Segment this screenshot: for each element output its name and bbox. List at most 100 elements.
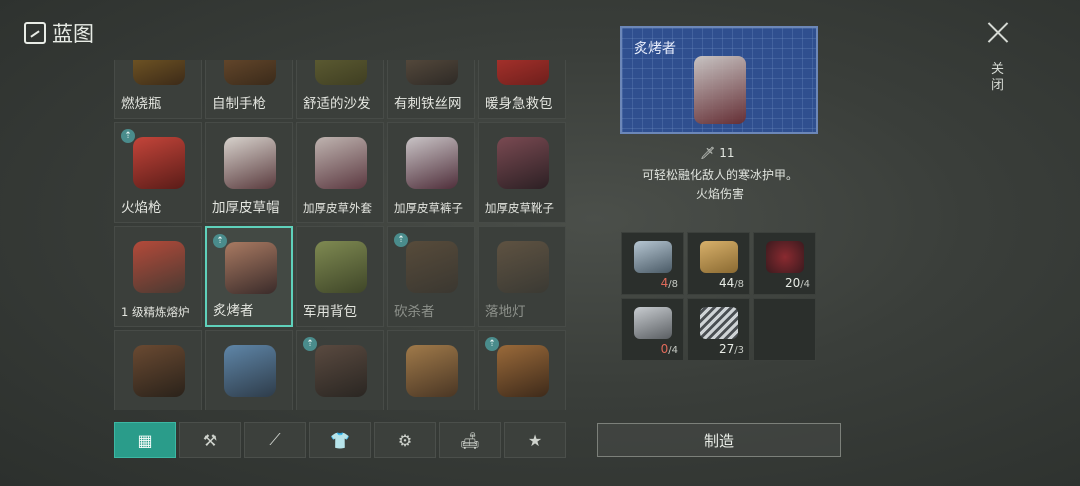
blueprint-item-furnace[interactable]: 1 级精炼熔炉 <box>114 226 202 327</box>
item-label: 军用背包 <box>303 304 357 320</box>
material-wood-plank[interactable]: 44/8 <box>687 232 750 295</box>
materials-grid: 4/8 44/8 20/4 0/4 27/3 <box>621 232 816 361</box>
steel-ingot-icon <box>634 241 672 273</box>
tab-all[interactable]: ▦ <box>114 422 176 458</box>
blueprint-item-backpack[interactable]: 军用背包 <box>296 226 384 327</box>
furnace-icon <box>133 241 185 293</box>
blueprint-item-sofa[interactable]: 舒适的沙发 <box>296 60 384 119</box>
item-label: 加厚皮草帽 <box>212 200 280 216</box>
item-label: 舒适的沙发 <box>303 96 371 112</box>
pistol-icon <box>224 60 276 85</box>
material-empty-slot <box>753 298 816 361</box>
blueprint-item-rifle[interactable]: ⇡ <box>478 330 566 410</box>
blueprint-item-fur-boots[interactable]: 加厚皮草靴子 <box>478 122 566 223</box>
item-label: 落地灯 <box>485 304 526 320</box>
blueprint-icon <box>24 22 46 44</box>
tab-tools[interactable]: ⚒ <box>179 422 241 458</box>
damage-type: 火焰伤害 <box>695 187 744 201</box>
material-spring[interactable]: 27/3 <box>687 298 750 361</box>
item-label: 火焰枪 <box>121 200 162 216</box>
material-have: 44 <box>718 276 735 290</box>
sofa-icon <box>315 60 367 85</box>
item-label: 加厚皮草外套 <box>303 201 372 215</box>
item-label: 有刺铁丝网 <box>394 96 462 112</box>
rifle-icon <box>497 345 549 397</box>
tab-clothing[interactable]: 👕 <box>309 422 371 458</box>
screen-title: 蓝图 <box>24 18 94 48</box>
blueprint-item-molotov[interactable]: 燃烧瓶 <box>114 60 202 119</box>
blueprint-item-crossbow[interactable] <box>114 330 202 410</box>
material-red-powder[interactable]: 20/4 <box>753 232 816 295</box>
blueprint-grid-inner: 燃烧瓶 自制手枪 舒适的沙发 有刺铁丝网 暖身急救包 ⇡ 火焰枪 加厚皮草帽 加厚皮草外套 加厚皮… <box>114 60 566 410</box>
close-icon[interactable] <box>986 20 1010 44</box>
title-text: 蓝图 <box>52 22 94 46</box>
selected-blueprint-preview: 炙烤者 <box>620 26 818 134</box>
material-need: /8 <box>668 279 678 290</box>
fur-coat-icon <box>315 137 367 189</box>
material-count: 44/8 <box>719 276 744 290</box>
blueprint-item-pistol[interactable]: 自制手枪 <box>205 60 293 119</box>
tab-favorites[interactable]: ★ <box>504 422 566 458</box>
tab-parts[interactable]: ⚙ <box>374 422 436 458</box>
blueprint-item-blueprint-board[interactable] <box>205 330 293 410</box>
blueprint-item-floor-lamp[interactable]: 落地灯 <box>478 226 566 327</box>
blueprint-item-fur-pants[interactable]: 加厚皮草裤子 <box>387 122 475 223</box>
red-powder-icon <box>766 241 804 273</box>
parts-icon: ⚙ <box>397 430 413 450</box>
tab-furniture[interactable]: 🛋 <box>439 422 501 458</box>
roaster-gun-icon <box>694 56 746 124</box>
damage-stat: 🗡 11 <box>700 146 735 160</box>
item-label: 1 级精炼熔炉 <box>121 305 190 319</box>
blueprint-item-sign[interactable] <box>387 330 475 410</box>
all-icon: ▦ <box>137 430 153 450</box>
description-text: 可轻松融化敌人的寒冰护甲。 <box>641 168 798 182</box>
blueprint-item-first-aid[interactable]: 暖身急救包 <box>478 60 566 119</box>
favorites-icon: ★ <box>527 430 543 450</box>
material-need: /4 <box>668 345 678 356</box>
blueprint-item-roaster-gun[interactable]: ⇡ 炙烤者 <box>205 226 293 327</box>
sign-icon <box>406 345 458 397</box>
fur-pants-icon <box>406 137 458 189</box>
weapon-icon <box>315 345 367 397</box>
craft-button[interactable]: 制造 <box>597 423 841 457</box>
selected-item-name: 炙烤者 <box>634 41 676 57</box>
tools-icon: ⚒ <box>202 430 218 450</box>
barbed-wire-icon <box>406 60 458 85</box>
tab-weapons[interactable]: ⟋ <box>244 422 306 458</box>
material-steel-ingot[interactable]: 4/8 <box>621 232 684 295</box>
blueprint-item-fur-coat[interactable]: 加厚皮草外套 <box>296 122 384 223</box>
item-description: 可轻松融化敌人的寒冰护甲。 火焰伤害 <box>620 166 820 204</box>
material-count: 27/3 <box>719 342 744 356</box>
material-have: 27 <box>718 342 735 356</box>
spring-icon <box>700 307 738 339</box>
blueprint-item-barbed-wire[interactable]: 有刺铁丝网 <box>387 60 475 119</box>
blueprint-item-fur-hat[interactable]: 加厚皮草帽 <box>205 122 293 223</box>
material-count: 0/4 <box>661 342 678 356</box>
blueprint-item-flare-gun[interactable]: ⇡ 火焰枪 <box>114 122 202 223</box>
item-label: 炙烤者 <box>213 303 254 319</box>
material-count: 20/4 <box>785 276 810 290</box>
crossbow-icon <box>133 345 185 397</box>
blueprint-item-weapon[interactable]: ⇡ <box>296 330 384 410</box>
blueprint-grid[interactable]: 燃烧瓶 自制手枪 舒适的沙发 有刺铁丝网 暖身急救包 ⇡ 火焰枪 加厚皮草帽 加厚皮草外套 加厚皮… <box>114 60 568 410</box>
category-tabs: ▦ ⚒ ⟋ 👕 ⚙ 🛋 ★ <box>114 422 566 458</box>
backpack-icon <box>315 241 367 293</box>
new-blueprint-badge-icon: ⇡ <box>213 234 227 248</box>
damage-icon: 🗡 <box>700 146 716 160</box>
item-label: 加厚皮草裤子 <box>394 201 463 215</box>
material-count: 4/8 <box>661 276 678 290</box>
new-blueprint-badge-icon: ⇡ <box>485 337 499 351</box>
furniture-icon: 🛋 <box>459 430 481 450</box>
close-label[interactable]: 关闭 <box>991 62 1005 94</box>
fur-hat-icon <box>224 137 276 189</box>
pipe-parts-icon <box>634 307 672 339</box>
first-aid-icon <box>497 60 549 85</box>
molotov-icon <box>133 60 185 85</box>
material-pipe-parts[interactable]: 0/4 <box>621 298 684 361</box>
item-label: 暖身急救包 <box>485 96 553 112</box>
clothing-icon: 👕 <box>330 430 350 450</box>
material-need: /4 <box>800 279 810 290</box>
blueprint-item-machete[interactable]: ⇡ 砍杀者 <box>387 226 475 327</box>
floor-lamp-icon <box>497 241 549 293</box>
fur-boots-icon <box>497 137 549 189</box>
